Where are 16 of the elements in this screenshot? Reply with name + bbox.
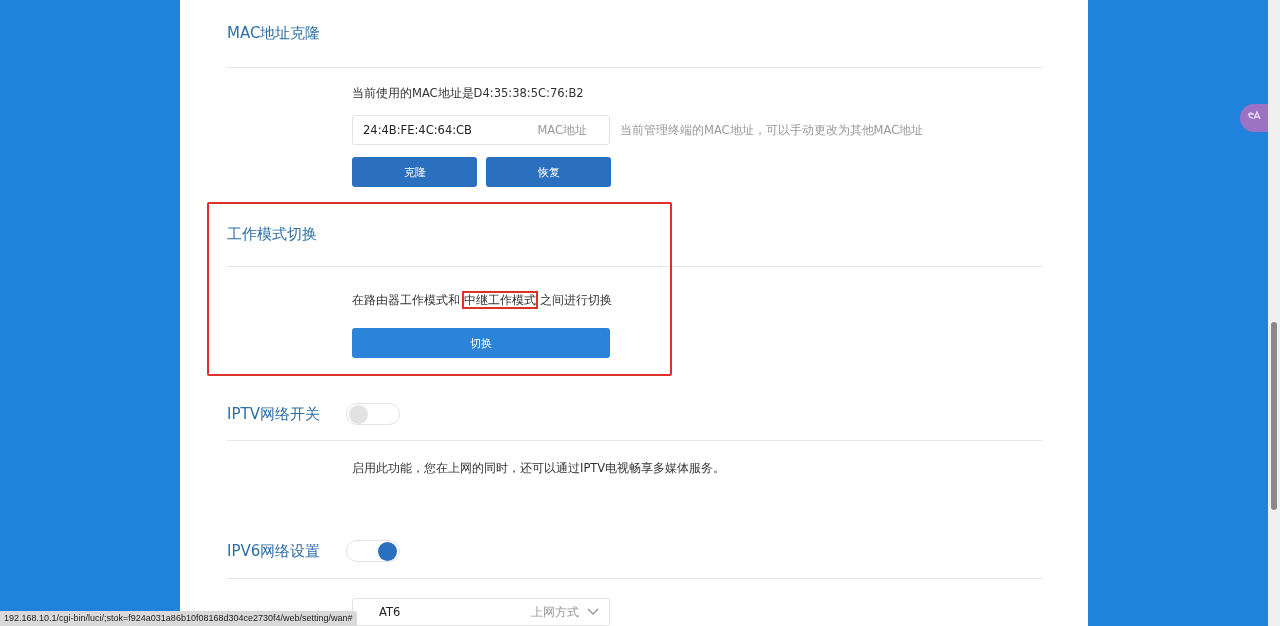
- translate-icon[interactable]: [1240, 104, 1268, 132]
- url-status-tooltip: 192.168.10.1/cgi-bin/luci/;stok=f924a031a86b10f08168d304ce2730f4/web/setting/wan#: [0, 611, 357, 626]
- description-text: 启用此功能，您在上网的同时，还可以通过IPTV电视畅享多媒体服务。: [352, 461, 727, 476]
- chevron-down-icon: [587, 608, 599, 616]
- description-text: 在路由器工作模式和 中继工作模式 之间进行切换: [352, 293, 613, 308]
- action-button[interactable]: 克隆: [352, 157, 477, 187]
- action-button[interactable]: 恢复: [486, 157, 611, 187]
- section-title: 工作模式切换: [227, 225, 317, 244]
- section-title: MAC地址克隆: [227, 24, 321, 43]
- section-title: IPTV网络开关: [227, 404, 320, 424]
- switch-button[interactable]: 切换: [352, 328, 610, 358]
- hint-text: 当前管理终端的MAC地址，可以手动更改为其他MAC地址: [620, 122, 924, 138]
- connection-select[interactable]: AT6 上网方式: [352, 598, 610, 626]
- current-mac-text: 当前使用的MAC地址是D4:35:38:5C:76:B2: [352, 86, 585, 101]
- mac-input-field[interactable]: 24:4B:FE:4C:64:CB MAC地址: [352, 115, 610, 145]
- section-title: IPV6网络设置: [227, 541, 321, 561]
